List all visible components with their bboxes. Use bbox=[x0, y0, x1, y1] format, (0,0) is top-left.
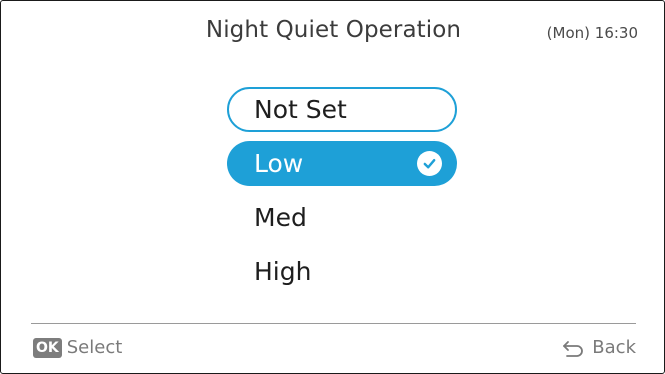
option-low[interactable]: Low bbox=[227, 141, 457, 186]
clock: (Mon) 16:30 bbox=[546, 24, 638, 42]
option-not-set[interactable]: Not Set bbox=[227, 87, 457, 132]
check-circle-icon bbox=[417, 151, 442, 176]
option-high[interactable]: High bbox=[227, 249, 457, 294]
back-label: Back bbox=[592, 337, 636, 358]
ok-badge: OK bbox=[33, 337, 62, 358]
back-arrow-icon bbox=[562, 338, 586, 358]
screen: Night Quiet Operation (Mon) 16:30 Not Se… bbox=[0, 0, 665, 374]
back-button[interactable]: Back bbox=[562, 337, 636, 358]
option-label: Med bbox=[254, 203, 307, 232]
option-label: Not Set bbox=[254, 95, 347, 124]
option-list: Not Set Low Med High bbox=[227, 87, 457, 303]
option-label: Low bbox=[254, 149, 304, 178]
select-label: Select bbox=[66, 337, 123, 358]
footer-divider bbox=[31, 323, 636, 324]
option-med[interactable]: Med bbox=[227, 195, 457, 240]
option-label: High bbox=[254, 257, 312, 286]
select-hint[interactable]: OK Select bbox=[33, 337, 122, 358]
